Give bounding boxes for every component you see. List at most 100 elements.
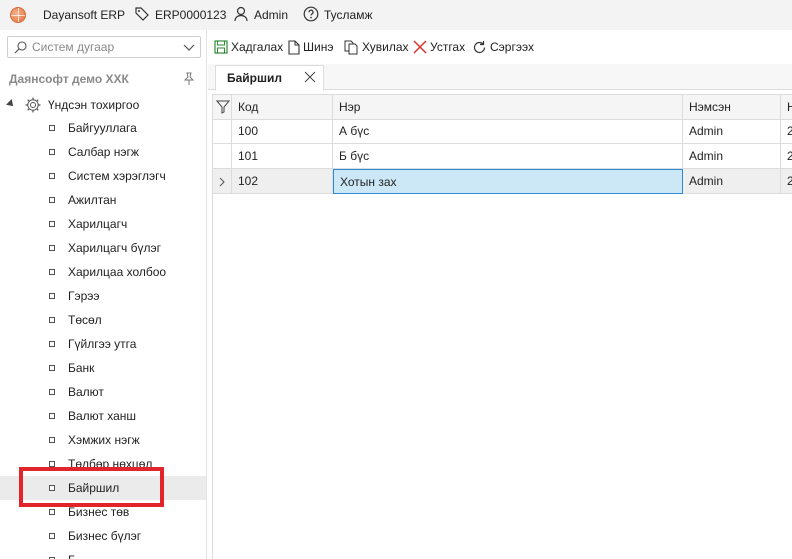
help-link[interactable]: Тусламж: [324, 8, 372, 22]
tree-item[interactable]: Байгууллага: [0, 116, 206, 140]
tree-node-icon: [49, 197, 55, 203]
tree-item[interactable]: Гүйлгээ утга: [0, 332, 206, 356]
column-header-extra[interactable]: Н: [781, 95, 792, 120]
delete-button[interactable]: Устгах: [413, 36, 465, 58]
refresh-button[interactable]: Сэргээх: [472, 36, 534, 58]
tree-node-icon: [49, 221, 55, 227]
grid-header-row: Код Нэр Нэмсэн Н: [213, 95, 792, 120]
cell-name[interactable]: А бүс: [333, 119, 683, 144]
save-label: Хадгалах: [231, 40, 284, 54]
tree-item[interactable]: Г...: [0, 548, 206, 559]
tree-item[interactable]: Салбар нэгж: [0, 140, 206, 164]
tree-item-label: Харилцагч бүлэг: [68, 241, 161, 255]
tree-item[interactable]: Бизнес бүлэг: [0, 524, 206, 548]
tree-node-icon: [49, 365, 55, 371]
tree-item[interactable]: Төсөл: [0, 308, 206, 332]
tree-item[interactable]: Валют: [0, 380, 206, 404]
tree-node-icon: [49, 269, 55, 275]
cell-extra[interactable]: 2: [781, 119, 792, 144]
tree-item-label: Бизнес төв: [68, 505, 130, 519]
cell-extra[interactable]: 2: [781, 169, 792, 194]
tree-item-label: Гүйлгээ утга: [68, 337, 137, 351]
tree-root-general-settings[interactable]: Үндсэн тохиргоо: [0, 94, 206, 116]
tree-item[interactable]: Харилцагч: [0, 212, 206, 236]
close-icon[interactable]: [304, 71, 316, 83]
tree-item-label: Бизнес бүлэг: [68, 529, 142, 543]
tree-item[interactable]: Банк: [0, 356, 206, 380]
tree-node-icon: [49, 125, 55, 131]
new-button[interactable]: Шинэ: [288, 36, 333, 58]
save-icon: [214, 40, 228, 54]
row-indicator[interactable]: [213, 119, 232, 144]
tree-node-icon: [49, 173, 55, 179]
pin-icon[interactable]: [183, 72, 195, 86]
tab-location[interactable]: Байршил: [215, 65, 324, 91]
tree-node-icon: [49, 389, 55, 395]
chevron-down-icon[interactable]: [182, 40, 196, 54]
tab-strip: Байршил: [208, 64, 792, 91]
cell-added-by[interactable]: Admin: [683, 144, 781, 169]
cell-extra[interactable]: 2: [781, 144, 792, 169]
tree-item-label: Гэрээ: [68, 289, 100, 303]
save-button[interactable]: Хадгалах: [214, 36, 283, 58]
table-row[interactable]: 101 Б бүс Admin 2: [213, 144, 792, 169]
tree-node-icon: [49, 245, 55, 251]
copy-label: Хувилах: [362, 40, 409, 54]
location-grid: Код Нэр Нэмсэн Н 100 А бүс Admin 2 101 Б…: [212, 94, 792, 559]
tree-item-label: Хэмжих нэгж: [68, 433, 140, 447]
toolbar: Хадгалах Шинэ Хувилах Устгах Сэргээх: [208, 36, 792, 58]
tree-item-label: Валют: [68, 385, 104, 399]
tree-item-label: Төсөл: [68, 313, 102, 327]
system-number-search[interactable]: [7, 36, 201, 58]
tree-item[interactable]: Систем хэрэглэгч: [0, 164, 206, 188]
tree-item-label: Салбар нэгж: [68, 145, 139, 159]
tree-item-label: Байгууллага: [68, 121, 137, 135]
refresh-icon: [473, 40, 486, 53]
cell-code[interactable]: 100: [232, 119, 333, 144]
delete-label: Устгах: [430, 40, 466, 54]
column-header-name[interactable]: Нэр: [333, 95, 683, 120]
tree-item-label: Ажилтан: [68, 193, 117, 207]
search-input[interactable]: [32, 39, 182, 55]
search-icon: [14, 41, 27, 54]
row-indicator[interactable]: [213, 169, 232, 194]
tree-item-label: Банк: [68, 361, 95, 375]
tree-item[interactable]: Ажилтан: [0, 188, 206, 212]
expand-caret-icon[interactable]: [6, 99, 16, 109]
tree-item[interactable]: Хэмжих нэгж: [0, 428, 206, 452]
company-name: Даянсофт демо ХХК: [9, 72, 129, 86]
app-name: Dayansoft ERP: [43, 8, 126, 22]
filter-cell[interactable]: [213, 95, 232, 120]
cell-name[interactable]: Б бүс: [333, 144, 683, 169]
doc-code[interactable]: ERP0000123: [155, 8, 226, 22]
tree-item[interactable]: Гэрээ: [0, 284, 206, 308]
column-header-code[interactable]: Код: [232, 95, 333, 120]
cell-added-by[interactable]: Admin: [683, 169, 781, 194]
copy-button[interactable]: Хувилах: [344, 36, 409, 58]
tree-node-icon: [49, 413, 55, 419]
row-indicator[interactable]: [213, 144, 232, 169]
tree-item-label: Харилцагч: [68, 217, 128, 231]
filter-icon[interactable]: [216, 100, 230, 114]
delete-icon: [413, 40, 427, 54]
tree-item[interactable]: Харилцагч бүлэг: [0, 236, 206, 260]
cell-code[interactable]: 102: [232, 169, 333, 194]
cell-added-by[interactable]: Admin: [683, 119, 781, 144]
tree-item-label: Валют ханш: [68, 409, 137, 423]
tree-node-icon: [49, 317, 55, 323]
tree-node-icon: [49, 149, 55, 155]
tree-node-icon: [49, 533, 55, 539]
tree-node-icon: [49, 509, 55, 515]
cell-code[interactable]: 101: [232, 144, 333, 169]
table-row[interactable]: 100 А бүс Admin 2: [213, 119, 792, 144]
tree-item-label: Систем хэрэглэгч: [68, 169, 166, 183]
tree-item[interactable]: Харилцаа холбоо: [0, 260, 206, 284]
tree-item[interactable]: Валют ханш: [0, 404, 206, 428]
user-name[interactable]: Admin: [254, 8, 288, 22]
tree-node-icon: [49, 437, 55, 443]
tree-item-label: Харилцаа холбоо: [68, 265, 167, 279]
table-row[interactable]: 102 Хотын зах Admin 2: [213, 169, 792, 194]
cell-name-editing[interactable]: Хотын зах: [333, 169, 683, 194]
column-header-added-by[interactable]: Нэмсэн: [683, 95, 781, 120]
tree-node-icon: [49, 293, 55, 299]
